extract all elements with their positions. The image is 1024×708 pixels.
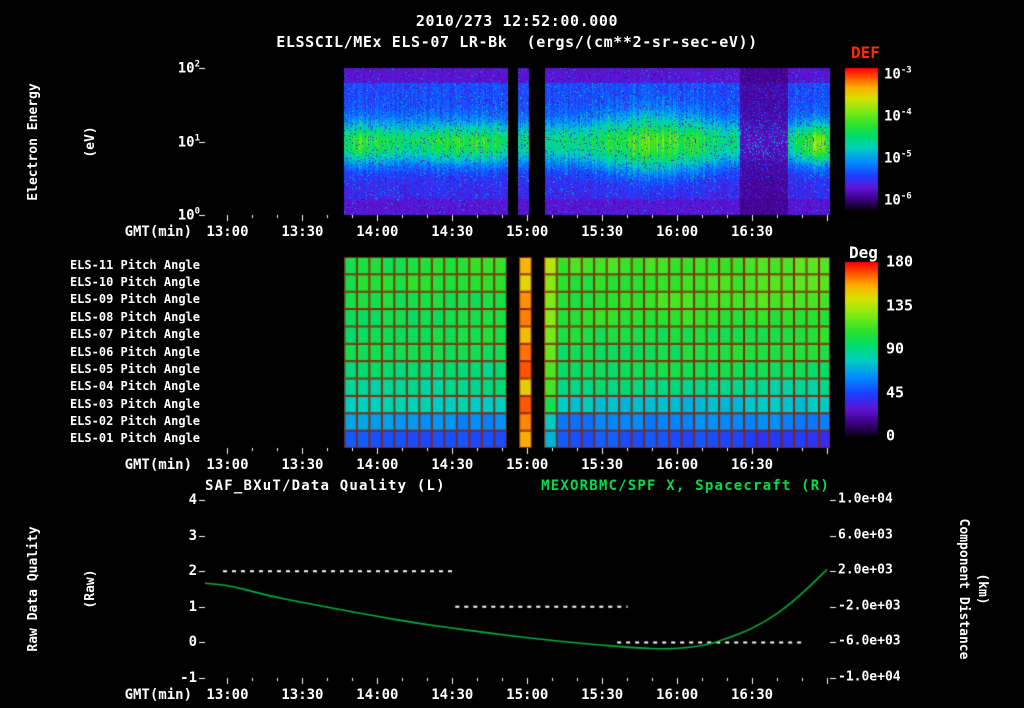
spectrogram-x-tick-label: 13:00 [206, 224, 249, 240]
quality-x-tick-label: 15:00 [506, 687, 549, 703]
def-colorbar-tick-label: 10-5 [884, 149, 912, 167]
quality-right-axis-label-line1: Component Distance [956, 518, 971, 660]
def-colorbar-title: DEF [851, 43, 880, 62]
spectrogram-y-tick-label: 102 [177, 59, 200, 77]
pitch-x-axis-label: GMT(min) [124, 457, 192, 473]
spectrogram-x-tick-label: 14:00 [356, 224, 399, 240]
def-colorbar-tick-label: 10-6 [884, 191, 912, 209]
deg-colorbar-title: Deg [849, 243, 878, 262]
quality-x-tick-label: 13:00 [206, 687, 249, 703]
quality-right-tick-label: 2.0e+03 [838, 562, 893, 578]
plot-subtitle: ELSSCIL/MEx ELS-07 LR-Bk (ergs/(cm**2-sr… [276, 33, 758, 51]
quality-left-tick-label: -1 [180, 669, 197, 686]
def-colorbar-tick-label: 10-4 [884, 107, 912, 125]
pitch-x-tick-label: 15:00 [506, 457, 549, 473]
quality-x-tick-label: 14:00 [356, 687, 399, 703]
quality-right-tick-label: -2.0e+03 [838, 598, 901, 614]
spectrogram-y-tick-label: 100 [177, 206, 200, 224]
deg-colorbar-tick-label: 0 [886, 426, 896, 445]
spectrogram-x-tick-label: 16:30 [730, 224, 774, 240]
quality-right-axis-label-line2: (km) [975, 573, 990, 605]
deg-colorbar-tick-label: 90 [886, 339, 905, 358]
pitch-x-tick-label: 14:00 [356, 457, 399, 473]
pitch-x-tick-label: 16:30 [730, 457, 774, 473]
page-title: 2010/273 12:52:00.000 [415, 12, 619, 30]
spectrogram-x-tick-label: 14:30 [431, 224, 474, 240]
quality-x-tick-label: 15:30 [581, 687, 624, 703]
quality-left-tick-label: 2 [188, 563, 197, 580]
pitch-row-label: ELS-04 Pitch Angle [69, 379, 200, 394]
quality-right-series-title: MEXORBMC/SPF X, Spacecraft (R) [541, 478, 830, 494]
pitch-row-label: ELS-03 Pitch Angle [69, 396, 200, 411]
quality-left-tick-label: 3 [188, 527, 197, 544]
quality-left-axis-label-line2: (Raw) [83, 569, 98, 609]
pitch-x-tick-label: 15:30 [581, 457, 624, 473]
quality-left-tick-label: 4 [188, 491, 197, 508]
spectrogram-y-axis-label-line1: Electron Energy [26, 83, 41, 201]
quality-x-axis-label: GMT(min) [124, 687, 192, 703]
science-plot-page: 2010/273 12:52:00.000 ELSSCIL/MEx ELS-07… [0, 0, 1024, 708]
spectrogram-x-tick-label: 15:30 [581, 224, 624, 240]
pitch-x-tick-label: 16:00 [656, 457, 699, 473]
pitch-row-label: ELS-01 Pitch Angle [69, 431, 200, 446]
pitch-row-label: ELS-07 Pitch Angle [69, 327, 200, 342]
deg-colorbar-tick-label: 180 [886, 252, 914, 271]
pitch-x-tick-label: 14:30 [431, 457, 474, 473]
quality-x-tick-label: 13:30 [281, 687, 324, 703]
quality-x-tick-label: 14:30 [431, 687, 474, 703]
spectrogram-x-tick-label: 13:30 [281, 224, 324, 240]
quality-x-tick-label: 16:00 [656, 687, 699, 703]
spectrogram-x-tick-label: 15:00 [506, 224, 549, 240]
quality-left-tick-label: 0 [188, 634, 197, 651]
quality-right-tick-label: -1.0e+04 [838, 669, 901, 685]
quality-x-tick-label: 16:30 [730, 687, 774, 703]
quality-right-tick-label: 1.0e+04 [838, 491, 893, 507]
quality-left-axis-label: Raw Data Quality (Raw) [0, 526, 138, 651]
quality-right-tick-label: 6.0e+03 [838, 527, 893, 543]
quality-left-tick-label: 1 [188, 598, 197, 615]
quality-right-tick-label: -6.0e+03 [838, 633, 901, 649]
spectrogram-y-tick-label: 101 [177, 133, 200, 150]
quality-left-axis-label-line1: Raw Data Quality [26, 526, 41, 652]
pitch-row-label: ELS-08 Pitch Angle [69, 309, 200, 324]
deg-colorbar-tick-label: 45 [886, 382, 905, 401]
pitch-row-label: ELS-05 Pitch Angle [69, 361, 200, 376]
spectrogram-x-axis-label: GMT(min) [124, 224, 192, 240]
quality-right-axis-label: Component Distance (km) [954, 519, 992, 660]
pitch-row-label: ELS-11 Pitch Angle [69, 257, 200, 272]
quality-left-series-title: SAF_BXuT/Data Quality (L) [205, 478, 446, 494]
def-colorbar-tick-label: 10-3 [884, 65, 912, 83]
pitch-row-label: ELS-09 Pitch Angle [69, 292, 200, 307]
pitch-row-label: ELS-02 Pitch Angle [69, 414, 200, 429]
deg-colorbar-tick-label: 135 [886, 295, 914, 314]
pitch-x-tick-label: 13:30 [281, 457, 324, 473]
spectrogram-y-axis-label: Electron Energy (eV) [0, 83, 138, 200]
pitch-x-tick-label: 13:00 [206, 457, 249, 473]
pitch-row-label: ELS-06 Pitch Angle [69, 344, 200, 359]
spectrogram-x-tick-label: 16:00 [656, 224, 699, 240]
pitch-row-label: ELS-10 Pitch Angle [69, 275, 200, 290]
spectrogram-y-axis-label-line2: (eV) [83, 126, 98, 158]
